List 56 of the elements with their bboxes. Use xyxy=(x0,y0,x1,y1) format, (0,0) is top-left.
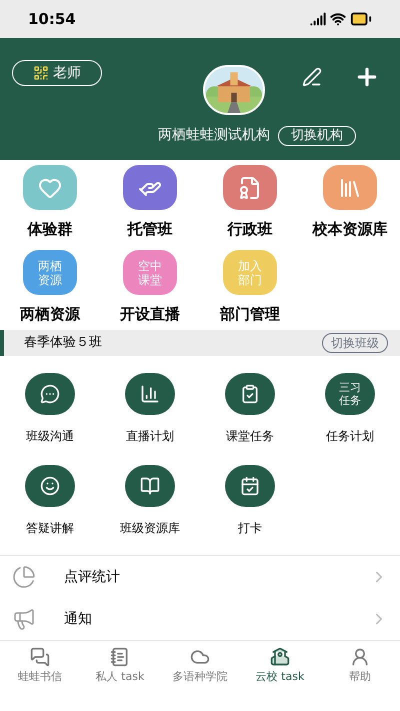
feature-label: 校本资源库 xyxy=(312,219,388,240)
feature-label: 体验群 xyxy=(28,219,72,240)
tool-label: 答疑讲解 xyxy=(26,520,74,537)
smiley-icon xyxy=(40,476,60,496)
feature-tile[interactable]: 空中课堂 xyxy=(123,250,177,295)
certificate-icon xyxy=(238,176,262,200)
org-name: 两栖蛙蛙测试机构 xyxy=(158,126,270,145)
feature-tile[interactable] xyxy=(123,165,177,210)
calendar-check-icon xyxy=(240,476,260,496)
tab[interactable]: 多语种学院 xyxy=(160,647,240,686)
list-label: 通知 xyxy=(64,610,93,628)
chat-icon xyxy=(30,647,50,667)
tool-label: 班级沟通 xyxy=(26,428,74,445)
feature-label: 托管班 xyxy=(128,219,172,240)
qr-icon xyxy=(33,65,49,81)
tile-text: 空中课堂 xyxy=(137,258,163,286)
pen-icon[interactable] xyxy=(302,67,322,87)
signal-icon xyxy=(310,11,326,27)
tool-label: 班级资源库 xyxy=(120,520,180,537)
pie-chart-icon xyxy=(12,565,36,589)
school-icon xyxy=(270,647,290,667)
feature-tile[interactable] xyxy=(323,165,377,210)
tool-label: 任务计划 xyxy=(326,428,374,445)
list-row[interactable]: 点评统计 xyxy=(0,556,400,598)
list-label: 点评统计 xyxy=(64,568,121,586)
feature-label: 行政班 xyxy=(228,219,272,240)
tool-label: 课堂任务 xyxy=(226,428,274,445)
tab[interactable]: 帮助 xyxy=(320,647,400,686)
feature-label: 开设直播 xyxy=(120,304,180,325)
class-name: 春季体验５班 xyxy=(24,334,102,352)
switch-org-button[interactable]: 切换机构 xyxy=(278,126,356,146)
feature-tile[interactable]: 两栖资源 xyxy=(23,250,77,295)
role-button[interactable]: 老师 xyxy=(12,60,102,86)
megaphone-icon xyxy=(12,607,36,631)
feature-label: 部门管理 xyxy=(220,304,280,325)
switch-class-button[interactable]: 切换班级 xyxy=(322,333,388,353)
feature-label: 两栖资源 xyxy=(20,304,80,325)
clipboard-check-icon xyxy=(240,384,260,404)
tile-text: 三习任务 xyxy=(338,381,362,407)
chat-bubble-icon xyxy=(40,384,60,404)
list-row[interactable]: 通知 xyxy=(0,598,400,640)
tab[interactable]: 蛙蛙书信 xyxy=(0,647,80,686)
book-icon xyxy=(140,476,160,496)
wifi-icon xyxy=(330,11,346,27)
feature-tile[interactable] xyxy=(223,165,277,210)
bar-chart-icon xyxy=(140,384,160,404)
notebook-icon xyxy=(110,647,130,667)
tab[interactable]: 云校 task xyxy=(240,647,320,686)
user-icon xyxy=(350,647,370,667)
tab[interactable]: 私人 task xyxy=(80,647,160,686)
feature-tile[interactable] xyxy=(23,165,77,210)
tile-text: 两栖资源 xyxy=(37,258,63,286)
tool-label: 打卡 xyxy=(238,520,262,537)
tool-label: 直播计划 xyxy=(126,428,174,445)
tile-text: 加入部门 xyxy=(237,258,263,286)
status-time: 10:54 xyxy=(28,8,76,30)
